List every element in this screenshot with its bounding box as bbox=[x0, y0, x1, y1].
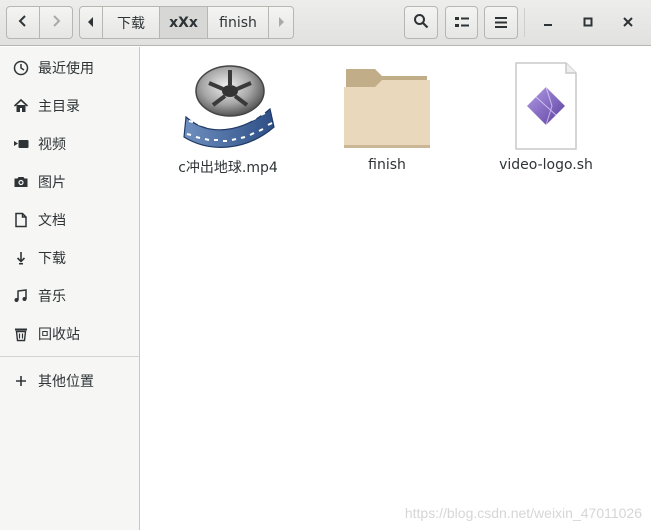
sidebar-item-documents[interactable]: 文档 bbox=[0, 202, 139, 238]
path-segment-downloads[interactable]: 下载 bbox=[103, 6, 160, 39]
trash-icon bbox=[13, 326, 29, 342]
folder-icon bbox=[339, 61, 435, 151]
history-buttons bbox=[6, 6, 73, 39]
sidebar-item-label: 文档 bbox=[38, 213, 66, 229]
file-item-video[interactable]: c冲出地球.mp4 bbox=[168, 61, 288, 177]
path-scroll-left-button[interactable] bbox=[79, 6, 103, 39]
go-back-icon bbox=[17, 14, 29, 32]
music-icon bbox=[13, 288, 29, 304]
sidebar-item-label: 回收站 bbox=[38, 327, 80, 343]
close-button[interactable] bbox=[617, 12, 639, 34]
menu-icon bbox=[495, 13, 507, 32]
documents-icon bbox=[13, 212, 29, 228]
sidebar-item-label: 其他位置 bbox=[38, 374, 94, 390]
file-name: finish bbox=[368, 157, 406, 173]
sidebar-item-label: 主目录 bbox=[38, 99, 80, 115]
menu-button[interactable] bbox=[484, 6, 518, 39]
sidebar-item-label: 视频 bbox=[38, 137, 66, 153]
view-options-icon bbox=[454, 13, 469, 32]
sidebar-item-label: 音乐 bbox=[38, 289, 66, 305]
script-file-icon bbox=[498, 61, 594, 151]
home-icon bbox=[13, 98, 29, 114]
header-bar: 下载 xXx finish bbox=[0, 0, 651, 46]
plus-icon bbox=[13, 373, 29, 389]
forward-button[interactable] bbox=[40, 6, 73, 39]
search-button[interactable] bbox=[404, 6, 438, 39]
header-separator bbox=[524, 8, 525, 37]
sidebar-item-label: 最近使用 bbox=[38, 61, 94, 77]
downloads-icon bbox=[13, 250, 29, 266]
path-bar: 下载 xXx finish bbox=[79, 6, 294, 39]
recent-icon bbox=[13, 60, 29, 76]
maximize-button[interactable] bbox=[577, 12, 599, 34]
sidebar-item-videos[interactable]: 视频 bbox=[0, 126, 139, 162]
video-file-icon bbox=[180, 61, 276, 151]
videos-icon bbox=[13, 136, 29, 152]
watermark-text: https://blog.csdn.net/weixin_47011026 bbox=[404, 505, 642, 521]
sidebar-item-trash[interactable]: 回收站 bbox=[0, 316, 139, 352]
path-segment-label: xXx bbox=[169, 14, 198, 31]
view-options-button[interactable] bbox=[445, 6, 478, 39]
sidebar-item-label: 图片 bbox=[38, 175, 66, 191]
file-name: c冲出地球.mp4 bbox=[178, 160, 278, 176]
sidebar-item-downloads[interactable]: 下载 bbox=[0, 240, 139, 276]
path-scroll-right-icon bbox=[277, 15, 285, 31]
pictures-icon bbox=[13, 174, 29, 190]
sidebar-item-other-locations[interactable]: 其他位置 bbox=[0, 363, 139, 399]
sidebar-item-recent[interactable]: 最近使用 bbox=[0, 50, 139, 86]
path-segment-label: 下载 bbox=[117, 15, 145, 32]
path-scroll-right-button[interactable] bbox=[269, 6, 294, 39]
path-segment-finish[interactable]: finish bbox=[208, 6, 269, 39]
sidebar: 最近使用 主目录 视频 图片 文档 下载 音乐 回收站 其他位置 bbox=[0, 47, 140, 530]
minimize-icon bbox=[543, 16, 553, 31]
file-item-folder[interactable]: finish bbox=[327, 61, 447, 173]
sidebar-item-pictures[interactable]: 图片 bbox=[0, 164, 139, 200]
search-icon bbox=[413, 13, 429, 33]
sidebar-divider bbox=[0, 356, 139, 357]
maximize-icon bbox=[583, 16, 593, 31]
sidebar-item-music[interactable]: 音乐 bbox=[0, 278, 139, 314]
path-segment-label: finish bbox=[219, 14, 257, 31]
sidebar-item-home[interactable]: 主目录 bbox=[0, 88, 139, 124]
minimize-button[interactable] bbox=[537, 12, 559, 34]
file-view: c冲出地球.mp4 finish video-logo.sh https://b… bbox=[141, 47, 651, 530]
file-name: video-logo.sh bbox=[499, 157, 593, 173]
back-button[interactable] bbox=[6, 6, 40, 39]
path-segment-xxx[interactable]: xXx bbox=[160, 6, 208, 39]
file-item-script[interactable]: video-logo.sh bbox=[486, 61, 606, 173]
go-forward-icon bbox=[50, 14, 62, 32]
sidebar-item-label: 下载 bbox=[38, 251, 66, 267]
close-icon bbox=[623, 16, 633, 31]
path-scroll-left-icon bbox=[87, 15, 95, 31]
